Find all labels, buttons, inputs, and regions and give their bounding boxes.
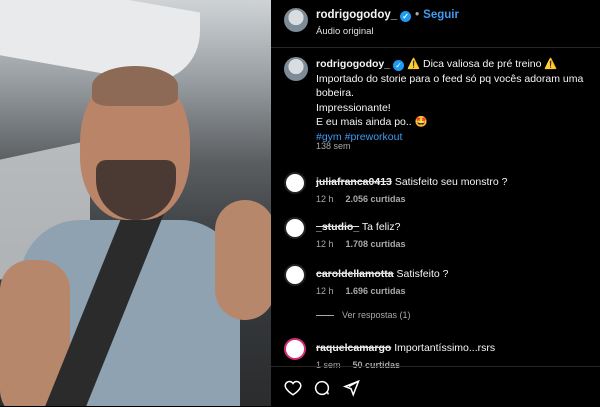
comment-meta: 12 h 2.056 curtidas (316, 194, 418, 204)
hashtag-preworkout[interactable]: #preworkout (345, 131, 403, 143)
replies-divider (316, 315, 334, 317)
commenter-avatar[interactable] (284, 172, 306, 194)
commenter-username[interactable]: _studio_ (316, 221, 359, 233)
commenter-username[interactable]: juliafranca0413 (316, 176, 392, 188)
action-bar (271, 366, 600, 407)
comment-text-line: raquelcamargo Importantíssimo...rsrs (316, 342, 495, 354)
commenter-avatar[interactable] (284, 264, 306, 286)
comment-likes[interactable]: 1.708 curtidas (346, 239, 406, 249)
follow-button[interactable]: Seguir (423, 9, 459, 21)
caption-username[interactable]: rodrigogodoy_ (316, 58, 390, 70)
comment-text-line: juliafranca0413 Satisfeito seu monstro ? (316, 176, 507, 188)
comment-likes[interactable]: 2.056 curtidas (346, 194, 406, 204)
caption-time: 138 sem (316, 141, 351, 151)
post-video[interactable] (0, 0, 271, 406)
view-replies-label: Ver respostas (1) (342, 310, 411, 320)
caption-avatar[interactable] (284, 57, 308, 81)
separator: • (415, 9, 420, 21)
view-replies-button[interactable]: Ver respostas (1) (316, 310, 411, 320)
commenter-avatar[interactable] (284, 217, 306, 239)
verified-badge-icon: ✓ (400, 11, 412, 22)
heart-icon[interactable] (284, 379, 302, 397)
comment-text-line: _studio_ Ta feliz? (316, 221, 400, 233)
comment-text: Satisfeito ? (396, 268, 449, 280)
post-header: rodrigogodoy_ ✓ • Seguir Áudio original (271, 0, 600, 48)
post-side-panel: rodrigogodoy_ ✓ • Seguir Áudio original rod… (271, 0, 600, 406)
commenter-username[interactable]: carolde​llamotta (316, 268, 394, 280)
share-icon[interactable] (342, 379, 360, 397)
comment-time: 12 h (316, 239, 334, 249)
post-viewer: rodrigogodoy_ ✓ • Seguir Áudio original rod… (0, 0, 600, 406)
header-user-line: rodrigogodoy_ ✓ • Seguir (316, 9, 459, 22)
verified-badge-icon: ✓ (393, 60, 405, 71)
right-arm (215, 200, 271, 320)
comment-icon[interactable] (313, 379, 331, 397)
comment-text: Satisfeito seu monstro ? (394, 176, 508, 188)
caption-line-2: Importado do storie para o feed só pq vo… (316, 72, 584, 100)
caption-line-4: E eu mais ainda po.. 🤩 (316, 116, 428, 128)
author-username[interactable]: rodrigogodoy_ (316, 9, 397, 21)
commenter-avatar[interactable] (284, 338, 306, 360)
comment-time: 12 h (316, 194, 334, 204)
comment-text: Ta feliz? (361, 221, 401, 233)
commenter-username[interactable]: raquelcamargo (316, 342, 391, 354)
comment-text-line: carolde​llamotta Satisfeito ? (316, 268, 448, 280)
caption: rodrigogodoy_ ✓ ⚠️ Dica valiosa de pré tr… (316, 57, 586, 144)
audio-link[interactable]: Áudio original (316, 26, 374, 37)
hair (92, 66, 178, 106)
author-avatar[interactable] (284, 8, 308, 32)
comment-meta: 12 h 1.708 curtidas (316, 239, 418, 249)
comment-time: 12 h (316, 286, 334, 296)
comment-text: Importantíssimo...rsrs (394, 342, 496, 354)
caption-line-1: ⚠️ Dica valiosa de pré treino ⚠️ (407, 58, 558, 70)
comment-meta: 12 h 1.696 curtidas (316, 286, 418, 296)
comment-likes[interactable]: 1.696 curtidas (346, 286, 406, 296)
caption-line-3: Impressionante! (316, 101, 391, 114)
